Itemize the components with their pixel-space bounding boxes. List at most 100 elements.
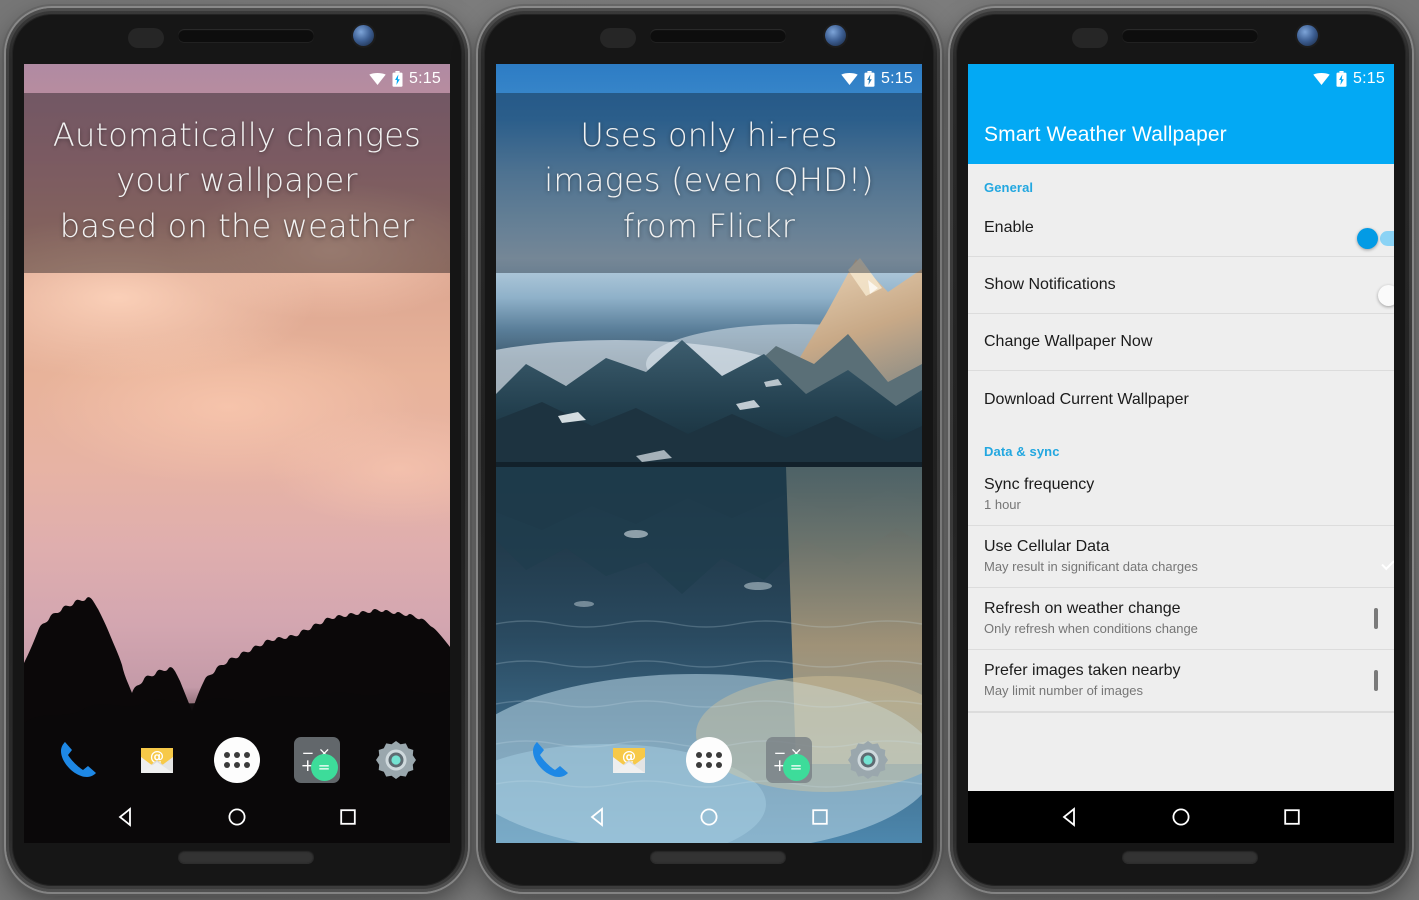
page-title: Smart Weather Wallpaper xyxy=(984,123,1227,146)
pref-row-clipped[interactable] xyxy=(968,712,1394,739)
home-dock: @ − × + = xyxy=(24,729,450,791)
recents-nav-icon[interactable] xyxy=(807,804,833,830)
pref-subtitle: May limit number of images xyxy=(984,683,1143,699)
app-drawer-icon[interactable] xyxy=(684,735,734,785)
home-nav-icon[interactable] xyxy=(696,804,722,830)
pref-row-enable[interactable]: Enable xyxy=(968,200,1394,257)
earpiece-speaker-icon xyxy=(1122,29,1258,42)
calculator-icon[interactable]: − × + = xyxy=(764,735,814,785)
pref-control[interactable] xyxy=(1374,669,1378,691)
pref-row-prefer-images-taken-nearby[interactable]: Prefer images taken nearby May limit num… xyxy=(968,650,1394,713)
navigation-bar xyxy=(496,791,922,843)
battery-charging-icon xyxy=(1336,70,1347,87)
wifi-icon xyxy=(369,72,386,85)
settings-gear-icon[interactable] xyxy=(843,735,893,785)
phone-device-3: Smart Weather Wallpaper 5:15 General Ena… xyxy=(950,8,1412,892)
category-header-general: General xyxy=(984,180,1034,195)
email-icon[interactable]: @ xyxy=(132,735,182,785)
pref-row-show-notifications[interactable]: Show Notifications xyxy=(968,257,1394,314)
phone-dialer-icon[interactable] xyxy=(525,735,575,785)
status-time: 5:15 xyxy=(1353,69,1385,87)
front-camera-icon xyxy=(1297,25,1318,46)
recents-nav-icon[interactable] xyxy=(335,804,361,830)
pref-texts: Sync frequency 1 hour xyxy=(984,464,1378,525)
proximity-sensor-icon xyxy=(128,28,164,48)
status-bar: 5:15 xyxy=(968,64,1394,93)
wifi-icon xyxy=(841,72,858,85)
proximity-sensor-icon xyxy=(600,28,636,48)
preference-list[interactable]: General Enable Show Notifications Change… xyxy=(968,164,1394,791)
phone-3-screen: Smart Weather Wallpaper 5:15 General Ena… xyxy=(968,64,1394,843)
prefer-images-taken-nearby-checkbox[interactable] xyxy=(1374,669,1378,691)
back-nav-icon[interactable] xyxy=(585,804,611,830)
phone-1-caption: Automatically changes your wallpaper bas… xyxy=(24,93,450,274)
home-dock: @ − × + = xyxy=(496,729,922,791)
pref-texts: Enable xyxy=(984,207,1366,248)
app-drawer-circle xyxy=(213,737,260,783)
switch-track xyxy=(1380,231,1394,246)
calculator-icon[interactable]: − × + = xyxy=(292,735,342,785)
pref-row-download-current-wallpaper[interactable]: Download Current Wallpaper xyxy=(968,371,1394,428)
pref-texts: Use Cellular Data May result in signific… xyxy=(984,526,1366,587)
pref-control[interactable] xyxy=(1374,607,1378,629)
pref-texts: Prefer images taken nearby May limit num… xyxy=(984,650,1362,711)
screenshot-stage: Automatically changes your wallpaper bas… xyxy=(0,0,1419,900)
phone-dialer-icon[interactable] xyxy=(53,735,103,785)
earpiece-speaker-icon xyxy=(650,29,786,42)
recents-nav-icon[interactable] xyxy=(1279,804,1305,830)
back-nav-icon[interactable] xyxy=(113,804,139,830)
caption-line: Uses only hi-res xyxy=(580,116,838,154)
proximity-sensor-icon xyxy=(1072,28,1108,48)
app-drawer-icon[interactable] xyxy=(212,735,262,785)
calc-equals: = xyxy=(310,754,338,781)
pref-texts: Refresh on weather change Only refresh w… xyxy=(984,588,1362,649)
status-bar: 5:15 xyxy=(496,64,922,93)
app-drawer-circle xyxy=(685,737,732,783)
pref-row-use-cellular-data[interactable]: Use Cellular Data May result in signific… xyxy=(968,526,1394,589)
home-nav-icon[interactable] xyxy=(224,804,250,830)
pref-title: Change Wallpaper Now xyxy=(984,333,1153,351)
earpiece-speaker-icon xyxy=(178,29,314,42)
pref-texts: Show Notifications xyxy=(984,264,1366,305)
bottom-speaker-icon xyxy=(1122,850,1258,863)
switch-thumb xyxy=(1357,228,1378,249)
caption-line: from Flickr xyxy=(622,206,796,245)
pref-row-sync-frequency[interactable]: Sync frequency 1 hour xyxy=(968,464,1394,527)
status-time: 5:15 xyxy=(409,69,441,87)
bottom-speaker-icon xyxy=(178,850,314,863)
settings-app-root: Smart Weather Wallpaper 5:15 General Ena… xyxy=(968,64,1394,843)
pref-title: Download Current Wallpaper xyxy=(984,390,1189,408)
pref-title: Prefer images taken nearby xyxy=(984,662,1181,680)
wifi-icon xyxy=(1313,72,1330,85)
pref-subtitle: May result in significant data charges xyxy=(984,559,1198,575)
caption-line: your wallpaper xyxy=(116,161,358,200)
refresh-on-weather-change-checkbox[interactable] xyxy=(1374,607,1378,629)
caption-line: Automatically changes xyxy=(52,116,422,154)
app-drawer-dots xyxy=(695,752,722,768)
navigation-bar xyxy=(968,791,1394,843)
pref-subtitle: Only refresh when conditions change xyxy=(984,621,1198,637)
checkmark-icon xyxy=(1381,556,1394,570)
pref-title: Show Notifications xyxy=(984,276,1116,294)
pref-subtitle: 1 hour xyxy=(984,497,1021,513)
pref-title: Use Cellular Data xyxy=(984,538,1110,556)
back-nav-icon[interactable] xyxy=(1057,804,1083,830)
calculator-body: − × + = xyxy=(293,737,340,783)
caption-line: images (even QHD!) xyxy=(544,161,874,200)
phone-2-caption: Uses only hi-res images (even QHD!) from… xyxy=(496,93,922,274)
phone-1-screen: Automatically changes your wallpaper bas… xyxy=(24,64,450,843)
home-nav-icon[interactable] xyxy=(1168,804,1194,830)
category-header-data-sync: Data & sync xyxy=(984,444,1060,459)
status-time: 5:15 xyxy=(881,69,913,87)
pref-title: Enable xyxy=(984,219,1034,237)
settings-gear-icon[interactable] xyxy=(371,735,421,785)
caption-line: based on the weather xyxy=(59,206,415,245)
battery-charging-icon xyxy=(864,70,875,87)
app-drawer-dots xyxy=(223,752,250,768)
pref-row-change-wallpaper-now[interactable]: Change Wallpaper Now xyxy=(968,314,1394,371)
switch-thumb xyxy=(1378,285,1394,306)
calculator-body: − × + = xyxy=(765,737,812,783)
pref-texts: Change Wallpaper Now xyxy=(984,321,1378,362)
pref-row-refresh-on-weather-change[interactable]: Refresh on weather change Only refresh w… xyxy=(968,588,1394,651)
email-icon[interactable]: @ xyxy=(604,735,654,785)
